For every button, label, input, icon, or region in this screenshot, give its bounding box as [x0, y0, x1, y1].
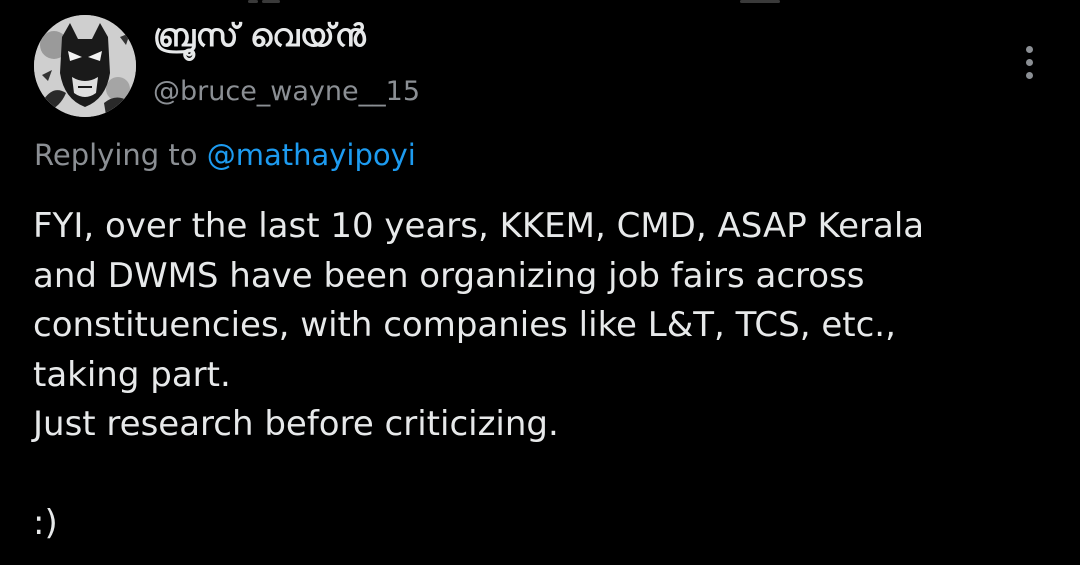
author-handle[interactable]: @bruce_wayne__15 — [153, 76, 420, 107]
status-indicator — [740, 0, 780, 3]
reply-prefix: Replying to — [34, 138, 198, 172]
tweet-text-line: Just research before criticizing. — [33, 404, 559, 444]
author-display-name[interactable]: ബ്രൂസ് വെയ്ൻ — [153, 18, 366, 55]
more-vertical-icon[interactable] — [1012, 38, 1048, 86]
tweet-text-line: :) — [33, 503, 58, 543]
status-bar-edge — [0, 0, 1080, 6]
tweet-text-line: FYI, over the last 10 years, KKEM, CMD, … — [33, 206, 925, 246]
status-indicator — [262, 0, 280, 3]
status-indicator — [248, 0, 258, 3]
tweet-text-line: constituencies, with companies like L&T,… — [33, 305, 896, 345]
more-dot — [1026, 46, 1033, 53]
tweet-text: FYI, over the last 10 years, KKEM, CMD, … — [33, 202, 1053, 549]
reply-mention-link[interactable]: @mathayipoyi — [207, 138, 416, 172]
more-dot — [1026, 59, 1033, 66]
more-dot — [1026, 72, 1033, 79]
tweet-text-line: and DWMS have been organizing job fairs … — [33, 255, 865, 296]
reply-context: Replying to @mathayipoyi — [34, 138, 416, 172]
tweet-text-line: taking part. — [33, 354, 231, 395]
batman-avatar-icon[interactable] — [34, 15, 136, 117]
